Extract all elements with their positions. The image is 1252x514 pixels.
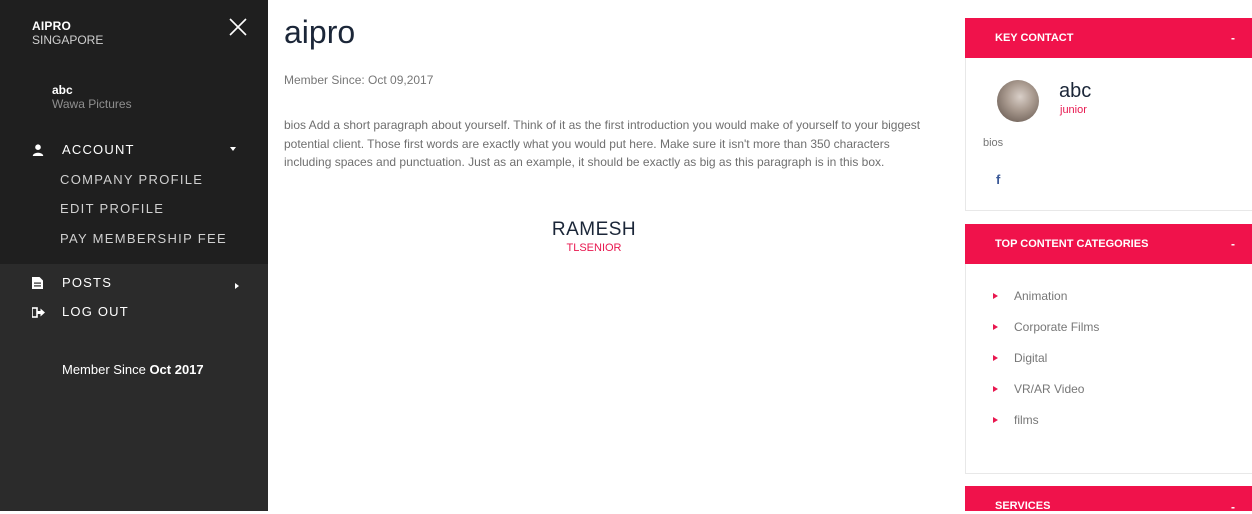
services-title: SERVICES	[995, 500, 1051, 512]
member-since-prefix: Member Since	[62, 362, 146, 377]
menu-account-label: ACCOUNT	[62, 142, 135, 157]
menu-logout[interactable]: LOG OUT	[31, 304, 129, 319]
file-icon	[32, 276, 46, 289]
chevron-right-icon[interactable]	[235, 283, 239, 289]
menu-logout-label: LOG OUT	[62, 304, 129, 319]
close-icon[interactable]	[227, 16, 249, 38]
facebook-icon[interactable]: f	[996, 172, 1000, 187]
categories-title: TOP CONTENT CATEGORIES	[995, 238, 1149, 250]
bio-text: bios Add a short paragraph about yoursel…	[284, 118, 921, 169]
category-item[interactable]: Corporate Films	[993, 320, 1099, 334]
category-label: Corporate Films	[1014, 320, 1100, 334]
brand-name: AIPRO	[32, 19, 72, 33]
contact-role: junior	[1060, 104, 1087, 116]
user-name: abc	[52, 83, 73, 97]
user-org: Wawa Pictures	[52, 97, 132, 111]
menu-edit-profile[interactable]: EDIT PROFILE	[60, 201, 164, 216]
sign-out-icon	[31, 306, 46, 318]
chevron-down-icon[interactable]	[230, 147, 236, 151]
category-label: Animation	[1014, 289, 1068, 303]
category-label: VR/AR Video	[1014, 382, 1085, 396]
caret-right-icon	[993, 417, 998, 423]
key-contact-title: KEY CONTACT	[995, 32, 1074, 44]
contact-bios: bios	[983, 137, 1004, 149]
key-contact-body	[965, 58, 1252, 211]
brand-location: SINGAPORE	[32, 33, 104, 47]
menu-pay-membership-fee[interactable]: PAY MEMBERSHIP FEE	[60, 231, 227, 246]
menu-posts[interactable]: POSTS	[32, 275, 112, 290]
menu-posts-label: POSTS	[62, 275, 113, 290]
member-since: Member Since: Oct 09,2017	[284, 73, 434, 87]
user-icon	[32, 143, 46, 156]
category-item[interactable]: VR/AR Video	[993, 382, 1084, 396]
collapse-icon[interactable]: -	[1231, 31, 1235, 45]
menu-company-profile[interactable]: COMPANY PROFILE	[60, 172, 203, 187]
rm-role: TLSENIOR	[566, 242, 622, 254]
category-item[interactable]: films	[993, 413, 1039, 427]
menu-account[interactable]: ACCOUNT	[32, 142, 135, 157]
collapse-icon[interactable]: -	[1231, 237, 1235, 251]
category-label: films	[1014, 413, 1039, 427]
services-header[interactable]: SERVICES -	[965, 486, 1252, 514]
collapse-icon[interactable]: -	[1231, 500, 1235, 514]
sidebar-header: AIPRO SINGAPORE	[0, 0, 268, 62]
categories-header[interactable]: TOP CONTENT CATEGORIES -	[965, 224, 1252, 264]
sidebar-member-since: Member Since Oct 2017	[62, 362, 204, 377]
caret-right-icon	[993, 324, 998, 330]
page-title: aipro	[284, 14, 356, 50]
category-label: Digital	[1014, 351, 1048, 365]
member-since-value: Oct 2017	[149, 362, 204, 377]
contact-name: abc	[1059, 80, 1092, 102]
avatar	[997, 80, 1039, 122]
sidebar: AIPRO SINGAPORE abc Wawa Pictures ACCOUN…	[0, 0, 268, 511]
caret-right-icon	[993, 293, 998, 299]
category-item[interactable]: Animation	[993, 289, 1067, 303]
rm-name: RAMESH	[551, 219, 637, 240]
caret-right-icon	[993, 355, 998, 361]
category-item[interactable]: Digital	[993, 351, 1047, 365]
caret-right-icon	[993, 386, 998, 392]
key-contact-header[interactable]: KEY CONTACT -	[965, 18, 1252, 58]
